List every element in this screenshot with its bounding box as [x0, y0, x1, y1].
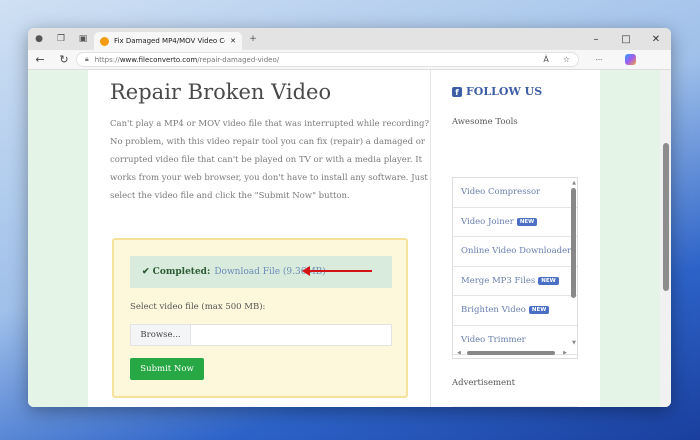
completed-label: ✔ Completed:: [142, 267, 211, 277]
repair-form: ✔ Completed: Download File (9.36MB) Sele…: [112, 238, 408, 398]
column-divider: [430, 70, 431, 407]
lock-icon: 🔒︎: [85, 55, 89, 63]
close-tab-icon[interactable]: ✕: [230, 37, 236, 45]
more-menu-icon[interactable]: ···: [579, 56, 619, 64]
copilot-icon[interactable]: [625, 54, 636, 65]
back-icon[interactable]: ←: [28, 53, 52, 66]
read-aloud-icon[interactable]: À: [543, 55, 548, 64]
tool-label: Video Compressor: [461, 187, 541, 198]
page-scrollbar-thumb[interactable]: [663, 143, 669, 291]
submit-now-button[interactable]: Submit Now: [130, 358, 204, 380]
select-file-label: Select video file (max 500 MB):: [130, 302, 266, 312]
tab-title: Fix Damaged MP4/MOV Video Co: [114, 37, 226, 45]
profile-icon[interactable]: ●: [28, 34, 50, 44]
scroll-down-icon[interactable]: ▼: [572, 340, 576, 346]
vertical-scrollbar[interactable]: [571, 188, 576, 298]
sidebar: f FOLLOW US Awesome Tools Video Compresso…: [452, 70, 582, 407]
page-title: Repair Broken Video: [110, 80, 332, 104]
tool-label: Brighten Video: [461, 305, 526, 316]
tab-bar: ● ❐ ▣ Fix Damaged MP4/MOV Video Co ✕ + –…: [28, 28, 671, 50]
intro-text: Can't play a MP4 or MOV video file that …: [110, 119, 430, 201]
browser-window: ● ❐ ▣ Fix Damaged MP4/MOV Video Co ✕ + –…: [28, 28, 671, 407]
favorite-star-icon[interactable]: ☆: [563, 55, 570, 64]
main-column: Repair Broken Video Can't play a MP4 or …: [110, 70, 430, 398]
maximize-icon[interactable]: □: [611, 34, 641, 45]
minimize-icon[interactable]: –: [581, 34, 611, 45]
new-tab-icon[interactable]: +: [242, 34, 264, 44]
tool-label: Video Trimmer: [461, 334, 526, 345]
tool-link[interactable]: Online Video Downloader: [453, 237, 577, 267]
site-favicon: [100, 36, 109, 46]
tool-label: Online Video Downloader: [461, 246, 572, 257]
scroll-up-icon[interactable]: ▲: [572, 180, 576, 186]
close-window-icon[interactable]: ✕: [641, 34, 671, 45]
completed-alert: ✔ Completed: Download File (9.36MB): [130, 256, 392, 288]
tool-link[interactable]: Brighten Video NEW: [453, 296, 577, 326]
refresh-icon[interactable]: ↻: [52, 53, 76, 66]
tools-list[interactable]: Video Compressor Video Joiner NEW Online Vi…: [452, 177, 578, 359]
workspaces-icon[interactable]: ❐: [50, 34, 72, 44]
ad-slot[interactable]: ⓘ✕: [452, 406, 578, 407]
follow-us-link[interactable]: f FOLLOW US: [452, 85, 582, 98]
browse-button[interactable]: Browse...: [131, 325, 191, 345]
scroll-left-icon[interactable]: ◀: [457, 350, 461, 356]
advertisement-label: Advertisement: [452, 378, 515, 388]
red-arrow-annotation: [302, 266, 372, 276]
active-tab[interactable]: Fix Damaged MP4/MOV Video Co ✕: [94, 32, 242, 50]
tool-label: Merge MP3 Files: [461, 275, 536, 286]
new-badge: NEW: [538, 276, 559, 285]
awesome-tools-heading: Awesome Tools: [452, 117, 518, 127]
scroll-right-icon[interactable]: ▶: [563, 350, 567, 356]
file-input[interactable]: Browse...: [130, 324, 392, 346]
follow-us-label: FOLLOW US: [466, 85, 543, 98]
web-page: Repair Broken Video Can't play a MP4 or …: [28, 70, 671, 407]
tab-actions-icon[interactable]: ▣: [72, 34, 94, 44]
tool-link[interactable]: Video Compressor: [453, 178, 577, 208]
address-bar-row: ← ↻ 🔒︎ https://www.fileconverto.com/repa…: [28, 50, 671, 70]
new-badge: NEW: [516, 217, 538, 226]
page-scrollbar[interactable]: [660, 70, 671, 407]
tool-link[interactable]: Video Joiner NEW: [453, 208, 577, 237]
content-area: Repair Broken Video Can't play a MP4 or …: [88, 70, 600, 407]
url-text: https://www.fileconverto.com/repair-dama…: [94, 55, 280, 64]
new-badge: NEW: [528, 306, 550, 315]
address-bar[interactable]: 🔒︎ https://www.fileconverto.com/repair-d…: [76, 52, 579, 67]
tool-link[interactable]: Merge MP3 Files NEW: [453, 267, 577, 296]
facebook-icon: f: [452, 86, 462, 97]
horizontal-scrollbar[interactable]: [467, 351, 555, 355]
tool-label: Video Joiner: [461, 216, 514, 227]
